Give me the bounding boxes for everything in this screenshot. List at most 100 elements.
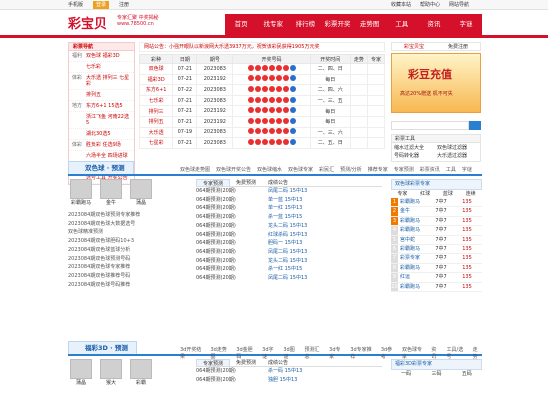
section-link[interactable]: 双色球缩水 [257, 166, 282, 173]
left-nav-links[interactable]: 东方6+1 15选5 [86, 103, 131, 109]
lottery-name[interactable]: 排列三 [138, 105, 174, 117]
expert-icon[interactable] [366, 73, 386, 86]
nav-item-tools[interactable]: 工具 [386, 14, 418, 35]
prediction-type[interactable]: 凤尾二码 15中13 [268, 187, 382, 196]
section-link[interactable]: 双色球开奖公告 [216, 166, 251, 173]
trend-icon[interactable] [349, 105, 368, 117]
nav-item-results[interactable]: 彩票开奖 [321, 14, 353, 35]
expert-name[interactable]: 彩霸跑马 [398, 283, 430, 291]
search-button[interactable] [469, 121, 481, 130]
lottery-name[interactable]: 大乐透 [138, 126, 174, 139]
news-item[interactable]: 2023084期双色球号码推荐 [68, 281, 188, 290]
prediction-issue[interactable]: 064期预测(20期) [196, 265, 268, 274]
rank-tab[interactable]: 蓝球 [437, 190, 460, 198]
tab-prediction[interactable]: 专家预测 [196, 359, 231, 367]
expert-name[interactable]: 彩票专家 [398, 254, 430, 262]
prediction-issue[interactable]: 064期预测(20期) [196, 204, 268, 213]
expert-name[interactable]: 彩霸跑马 [398, 264, 430, 272]
left-nav-links[interactable]: 七乐彩 [86, 64, 131, 70]
expert-card[interactable]: 彩霸跑马 [68, 179, 94, 207]
tab-prediction[interactable]: 免费预测 [230, 359, 262, 366]
left-nav-links[interactable]: 浙江飞鱼 河南22选5 [86, 114, 131, 126]
tool-link[interactable]: 号码转化器 [394, 153, 435, 159]
news-item[interactable]: 2023084期双色球推荐号码 [68, 272, 188, 281]
prediction-issue[interactable]: 064期预测(20期) [196, 196, 268, 205]
tab-prediction[interactable]: 成绩公告 [262, 179, 294, 186]
trend-icon[interactable] [349, 137, 368, 149]
mobile-link[interactable]: 手机版 [68, 1, 83, 9]
expert-name[interactable]: 红运 [398, 273, 430, 281]
tab-account[interactable]: 彩宝贝宝 [392, 43, 436, 50]
recharge-banner[interactable]: 彩豆充值 高达20%赠送 机不可失 [391, 53, 481, 113]
nav-item-news[interactable]: 资讯 [418, 14, 450, 35]
section-link[interactable]: 推荐专家 [368, 166, 388, 173]
section-link[interactable]: 彩民汇 [319, 166, 334, 173]
section-link[interactable]: 3d参考 [381, 346, 396, 360]
expert-name[interactable]: 彩霸跑马 [398, 198, 430, 206]
prediction-issue[interactable]: 064期预测(20期) [196, 376, 268, 385]
prediction-issue[interactable]: 064期预测(20期) [196, 257, 268, 266]
trend-icon[interactable] [349, 63, 368, 75]
section-link[interactable]: 3d专家 [329, 346, 344, 360]
prediction-type[interactable]: 单一蓝 15中13 [268, 196, 382, 205]
site-notice[interactable]: 网站公告：小强开眼队以新浪网大乐透3937万元，祝贺该彩民获得1905万元奖 [139, 42, 385, 52]
prediction-type[interactable]: 胆码一 15中13 [268, 239, 382, 248]
tab-prediction[interactable]: 免费预测 [230, 179, 262, 186]
prediction-issue[interactable]: 064期预测(20期) [196, 274, 268, 283]
prediction-type[interactable]: 独胆 15中13 [268, 376, 382, 385]
favorite-link[interactable]: 收藏本站 [391, 1, 411, 9]
nav-item-riddle[interactable]: 字谜 [450, 14, 482, 35]
expert-icon[interactable] [366, 84, 386, 96]
expert-name[interactable]: 宫中蛇 [398, 236, 430, 244]
prediction-type[interactable]: 红球杀码 15中13 [268, 231, 382, 240]
trend-icon[interactable] [349, 94, 368, 107]
prediction-type[interactable]: 凤尾二码 15中13 [268, 274, 382, 283]
login-button[interactable]: 登录 [93, 1, 110, 9]
rank-tab[interactable]: 三码 [421, 370, 451, 378]
section-link[interactable]: 彩票资讯 [420, 166, 440, 173]
prediction-issue[interactable]: 064期预测(20期) [196, 231, 268, 240]
nav-item-ranking[interactable]: 排行榜 [289, 14, 321, 35]
expert-icon[interactable] [366, 105, 386, 117]
expert-card[interactable]: 猴大 [98, 359, 124, 387]
left-nav-links[interactable]: 胜负彩 任选9场 [86, 142, 131, 148]
left-nav-links[interactable]: 湖北30选5 [86, 131, 131, 137]
trend-icon[interactable] [349, 115, 368, 128]
expert-icon[interactable] [366, 63, 386, 75]
expert-name[interactable]: 金牛 [398, 207, 430, 215]
section-link[interactable]: 3d开奖结果 [180, 346, 204, 360]
fc3d-title[interactable]: 福彩3D · 预测 [68, 341, 137, 354]
prediction-type[interactable]: 杀一码 15中13 [268, 367, 382, 376]
news-item[interactable]: 2023084期双色球预测号码 [68, 255, 188, 264]
trend-icon[interactable] [349, 84, 368, 96]
section-link[interactable]: 资讯 [431, 346, 440, 360]
left-nav-links[interactable]: 大乐透 排列三 七星彩 [86, 75, 131, 87]
section-link[interactable]: 双色球专家 [402, 346, 425, 360]
prediction-issue[interactable]: 064期预测(20期) [196, 213, 268, 222]
expert-icon[interactable] [366, 137, 386, 149]
section-link[interactable]: 3d走势图 [210, 346, 230, 360]
section-link[interactable]: 3d专家推荐 [350, 346, 374, 360]
nav-item-experts[interactable]: 找专家 [257, 14, 289, 35]
tool-link[interactable]: 双色球过滤器 [437, 145, 478, 151]
prediction-issue[interactable]: 064期预测(20期) [196, 239, 268, 248]
section-link[interactable]: 工具 [446, 166, 456, 173]
expert-icon[interactable] [366, 126, 386, 139]
left-nav-links[interactable]: 六场半全 四场进球 [86, 153, 131, 159]
expert-card[interactable]: 蒲晶 [128, 179, 154, 207]
tool-link[interactable]: 缩水过滤大全 [394, 145, 435, 151]
section-link[interactable]: 3d金胆码 [236, 346, 256, 360]
rank-tab[interactable]: 一码 [391, 370, 421, 378]
lottery-name[interactable]: 双色球 [138, 63, 174, 75]
expert-card[interactable]: 彩霸 [128, 359, 154, 387]
section-link[interactable]: 走势 [473, 346, 482, 360]
expert-icon[interactable] [366, 115, 386, 128]
lottery-name[interactable]: 排列五 [138, 115, 174, 128]
prediction-issue[interactable]: 064期预测(20期) [196, 248, 268, 257]
tool-link[interactable]: 大乐透过滤器 [437, 153, 478, 159]
prediction-type[interactable]: 杀一红 15中15 [268, 265, 382, 274]
expert-name[interactable]: 彩霸跑马 [398, 245, 430, 253]
prediction-type[interactable]: 龙头二码 15中13 [268, 222, 382, 231]
sitemap-link[interactable]: 网站导航 [449, 1, 469, 9]
nav-item-trend[interactable]: 走势图 [354, 14, 386, 35]
